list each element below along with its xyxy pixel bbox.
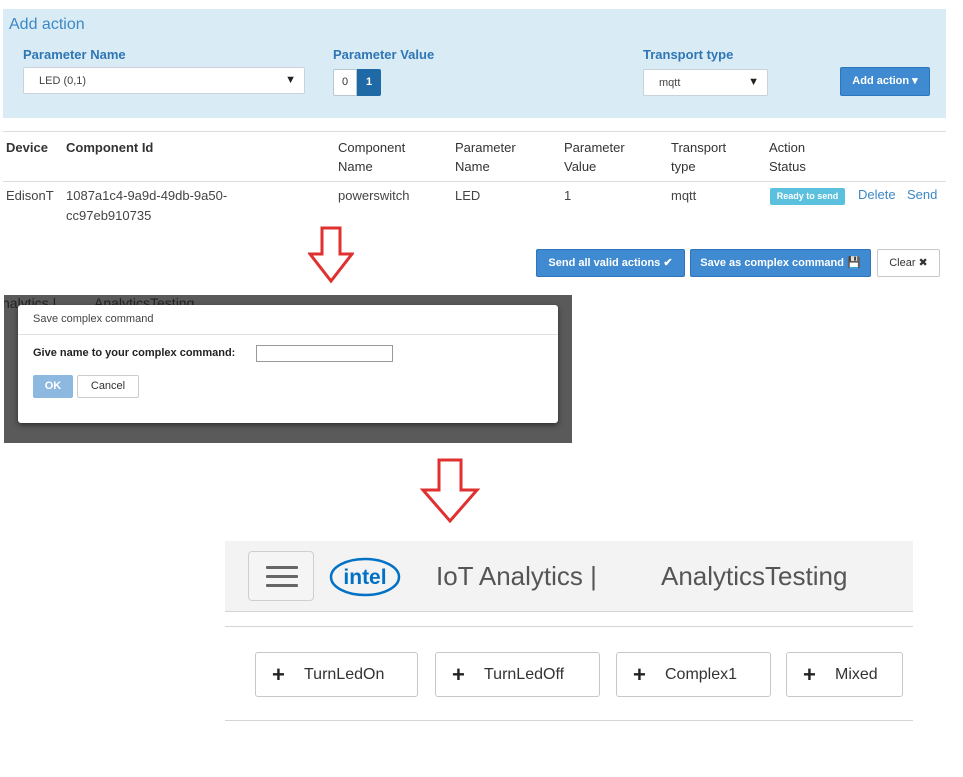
table-top-divider: [3, 131, 946, 132]
command-button-mixed[interactable]: + Mixed: [786, 652, 903, 697]
cell-transport-type: mqtt: [671, 188, 697, 203]
header-parameter-name: Parameter Name: [455, 140, 516, 174]
complex-command-name-label: Give name to your complex command:: [33, 347, 236, 359]
plus-icon: +: [803, 662, 816, 687]
dropdown-caret-icon: ▼: [748, 76, 759, 88]
cell-parameter-value: 1: [564, 188, 572, 203]
parameter-name-select[interactable]: LED (0,1) ▼: [23, 67, 305, 94]
table-header-divider: [3, 181, 946, 182]
down-arrow-icon: [308, 226, 354, 284]
intel-logo: intel: [329, 557, 401, 597]
header-device: Device: [6, 140, 48, 155]
save-as-complex-command-button[interactable]: Save as complex command 💾: [690, 249, 871, 277]
delete-link[interactable]: Delete: [858, 187, 896, 202]
ok-button[interactable]: OK: [33, 375, 73, 398]
plus-icon: +: [272, 662, 285, 687]
cell-component-name: powerswitch: [338, 188, 410, 203]
command-label: TurnLedOn: [304, 666, 385, 683]
cell-device: EdisonT: [6, 188, 54, 203]
hamburger-menu-icon[interactable]: [248, 551, 314, 601]
parameter-value-label: Parameter Value: [333, 47, 435, 62]
dialog-title: Save complex command: [33, 313, 154, 325]
page-title: IoT Analytics |: [436, 561, 597, 591]
parameter-value-toggle[interactable]: 0 1: [333, 69, 381, 96]
transport-type-select[interactable]: mqtt ▼: [643, 69, 768, 96]
status-badge: Ready to send: [770, 188, 845, 205]
complex-command-name-input[interactable]: [256, 345, 393, 362]
toggle-option-1[interactable]: 1: [357, 69, 381, 96]
transport-type-label: Transport type: [643, 47, 734, 62]
parameter-name-label: Parameter Name: [23, 47, 126, 62]
command-button-turnledoff[interactable]: + TurnLedOff: [435, 652, 600, 697]
header-parameter-value: Parameter Value: [564, 140, 625, 174]
header-action-status: Action Status: [769, 140, 806, 174]
dialog-screenshot: nalytics | AnalyticsTesting Save complex…: [4, 295, 572, 443]
command-label: TurnLedOff: [484, 666, 565, 683]
header-component-id: Component Id: [66, 140, 154, 155]
intel-logo-text: intel: [343, 566, 386, 589]
plus-icon: +: [633, 662, 646, 687]
send-all-valid-actions-button[interactable]: Send all valid actions ✔: [536, 249, 685, 277]
add-action-title: Add action: [9, 16, 85, 33]
command-label: Complex1: [665, 666, 738, 683]
add-action-button[interactable]: Add action ▾: [840, 67, 930, 96]
save-complex-command-dialog: Save complex command Give name to your c…: [18, 305, 558, 423]
command-label: Mixed: [835, 666, 878, 683]
header-transport-type: Transport type: [671, 140, 727, 174]
toggle-option-0[interactable]: 0: [333, 69, 357, 96]
command-button-turnledon[interactable]: + TurnLedOn: [255, 652, 418, 697]
cell-component-id: 1087a1c4-9a9d-49db-9a50- cc97eb910735: [66, 188, 228, 223]
add-action-panel: Add action Parameter Name LED (0,1) ▼ Pa…: [3, 9, 946, 118]
send-link[interactable]: Send: [907, 187, 937, 202]
iot-analytics-header: intel IoT Analytics | AnalyticsTesting: [225, 541, 913, 612]
commands-bottom-divider: [225, 720, 913, 721]
dropdown-caret-icon: ▼: [285, 74, 296, 86]
app-name[interactable]: AnalyticsTesting: [661, 561, 847, 592]
parameter-name-value: LED (0,1): [39, 75, 87, 87]
cancel-button[interactable]: Cancel: [77, 375, 139, 398]
down-arrow-icon: [420, 458, 480, 524]
transport-type-value: mqtt: [659, 77, 681, 89]
header-component-name: Component Name: [338, 140, 406, 174]
command-button-complex1[interactable]: + Complex1: [616, 652, 771, 697]
cell-parameter-name: LED: [455, 188, 481, 203]
dialog-divider: [18, 334, 558, 335]
plus-icon: +: [452, 662, 465, 687]
clear-button[interactable]: Clear ✖: [877, 249, 940, 277]
commands-top-divider: [225, 626, 913, 627]
